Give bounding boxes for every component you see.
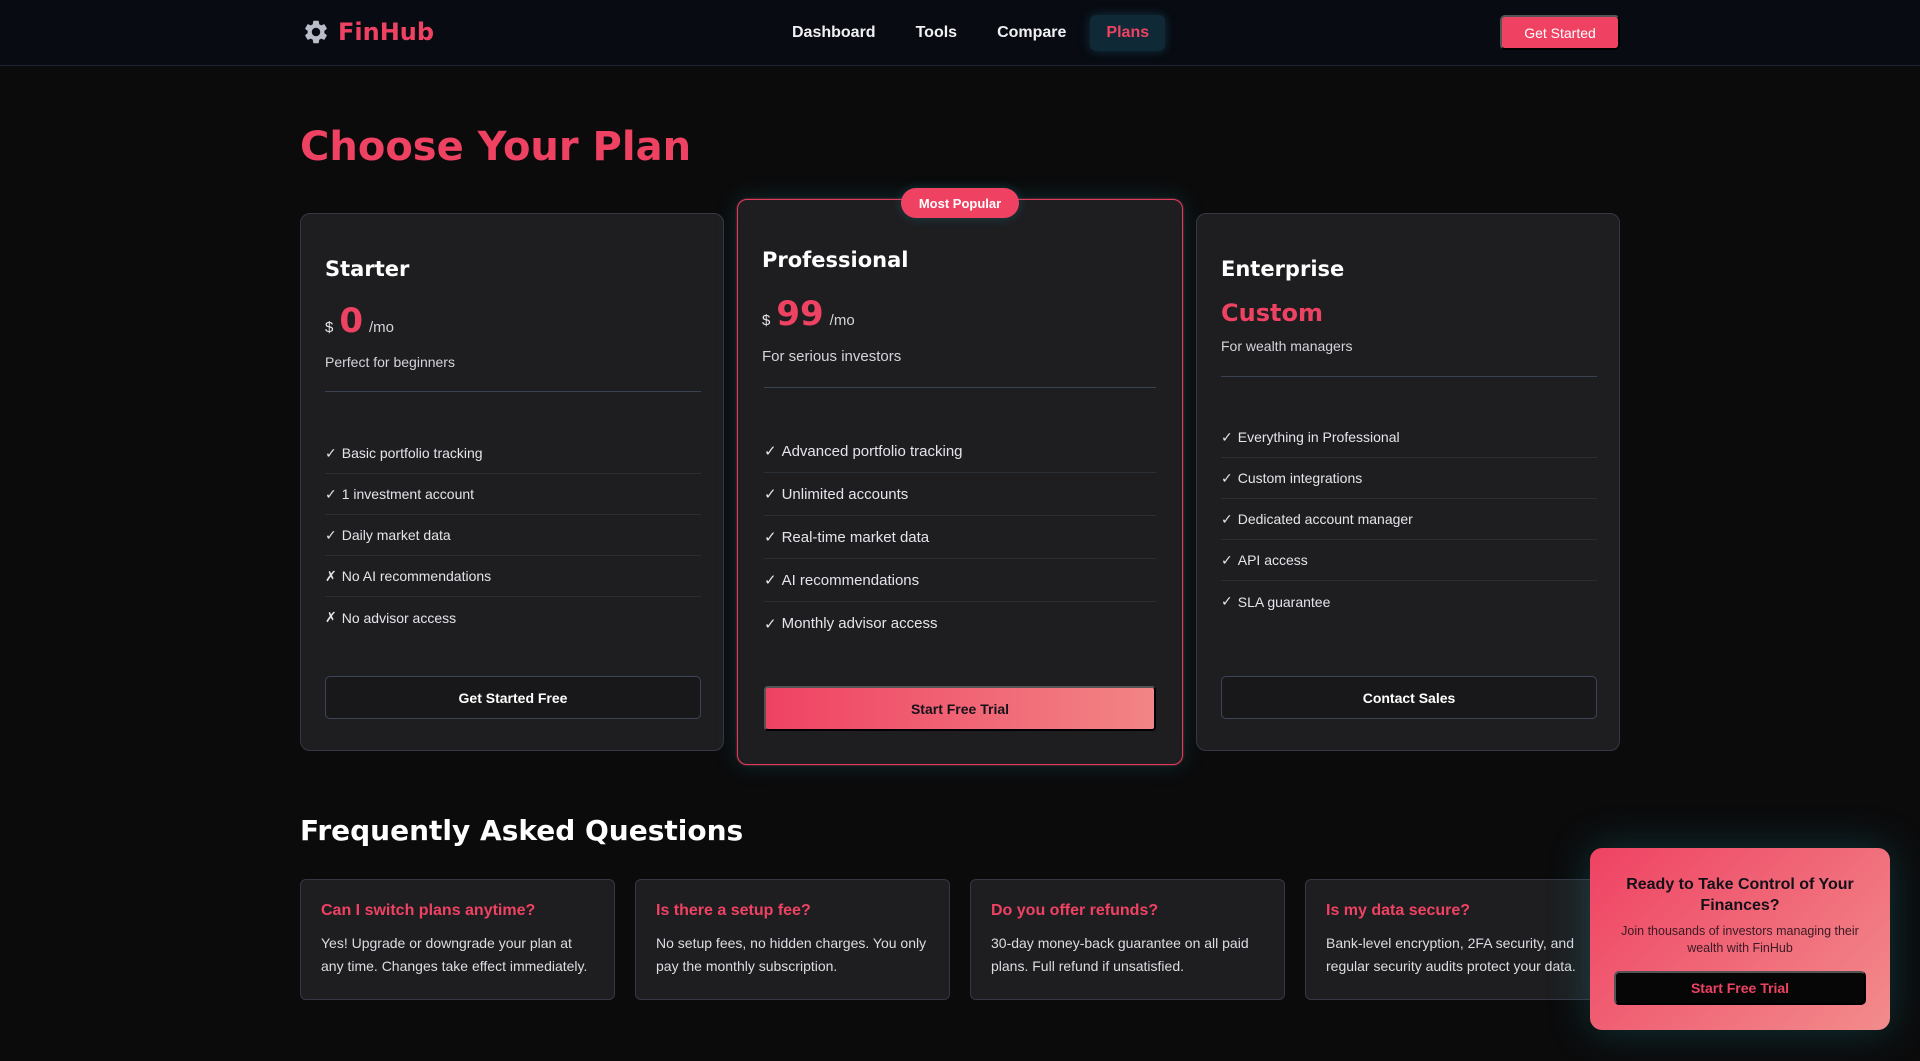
plan-description: For wealth managers bbox=[1221, 338, 1353, 354]
nav-links: Dashboard Tools Compare Plans bbox=[776, 15, 1166, 51]
cross-icon: ✗ bbox=[325, 609, 337, 625]
cta-start-free-trial-button[interactable]: Start Free Trial bbox=[1614, 971, 1866, 1005]
plan-name: Enterprise bbox=[1221, 257, 1345, 281]
faq-question: Is there a setup fee? bbox=[656, 902, 811, 919]
faq-answer: Bank-level encryption, 2FA security, and… bbox=[1326, 935, 1576, 974]
check-icon: ✓ bbox=[1221, 469, 1233, 486]
brand-name: FinHub bbox=[338, 18, 435, 46]
divider bbox=[1221, 376, 1597, 377]
get-started-free-button[interactable]: Get Started Free bbox=[325, 676, 701, 719]
faq-question: Do you offer refunds? bbox=[991, 902, 1159, 919]
feature-item: ✗ No AI recommendations bbox=[325, 556, 701, 597]
price-currency: $ bbox=[325, 319, 334, 336]
feature-list: ✓ Advanced portfolio tracking ✓ Unlimited … bbox=[764, 430, 1156, 645]
price-currency: $ bbox=[762, 312, 771, 329]
feature-item: ✓ Unlimited accounts bbox=[764, 473, 1156, 516]
faq-question: Can I switch plans anytime? bbox=[321, 902, 536, 919]
nav-link-dashboard[interactable]: Dashboard bbox=[776, 15, 892, 51]
check-icon: ✓ bbox=[325, 444, 337, 461]
feature-item: ✓ Monthly advisor access bbox=[764, 615, 938, 633]
start-free-trial-button[interactable]: Start Free Trial bbox=[764, 686, 1156, 731]
faq-item: Can I switch plans anytime? Yes! Upgrade… bbox=[300, 879, 615, 1000]
check-icon: ✓ bbox=[325, 485, 337, 502]
feature-item: ✓ API access bbox=[1221, 540, 1597, 581]
check-icon: ✓ bbox=[1221, 428, 1233, 445]
faq-item: Is my data secure? Bank-level encryption… bbox=[1305, 879, 1620, 1000]
check-icon: ✓ bbox=[764, 615, 777, 633]
top-nav: FinHub Dashboard Tools Compare Plans Get… bbox=[0, 0, 1920, 66]
plan-card-professional: Most Popular Professional $ 99 /mo For s… bbox=[737, 188, 1183, 765]
faq-answer: Yes! Upgrade or downgrade your plan at a… bbox=[321, 935, 588, 974]
check-icon: ✓ bbox=[1221, 551, 1233, 568]
check-icon: ✓ bbox=[1221, 593, 1233, 609]
price-period: /mo bbox=[829, 312, 855, 329]
feature-item: ✓ Advanced portfolio tracking bbox=[764, 430, 1156, 473]
feature-item: ✓ Everything in Professional bbox=[1221, 417, 1597, 458]
feature-list: ✓ Everything in Professional ✓ Custom inte… bbox=[1221, 417, 1597, 622]
divider bbox=[764, 387, 1156, 388]
plan-card-enterprise: Enterprise Custom For wealth managers ✓ E… bbox=[1196, 213, 1620, 751]
feature-item: ✓ Dedicated account manager bbox=[1221, 499, 1597, 540]
check-icon: ✓ bbox=[325, 526, 337, 543]
plan-description: Perfect for beginners bbox=[325, 354, 455, 370]
faq-item: Is there a setup fee? No setup fees, no … bbox=[635, 879, 950, 1000]
faq-question: Is my data secure? bbox=[1326, 902, 1471, 919]
feature-item: ✓ Real-time market data bbox=[764, 516, 1156, 559]
nav-link-plans[interactable]: Plans bbox=[1090, 15, 1166, 51]
feature-item: ✓ 1 investment account bbox=[325, 474, 701, 515]
cta-subtitle: Join thousands of investors managing the… bbox=[1621, 924, 1859, 955]
price-amount: 0 bbox=[339, 301, 364, 341]
faq-answer: 30-day money-back guarantee on all paid … bbox=[991, 935, 1249, 974]
gear-icon bbox=[305, 20, 327, 44]
nav-link-compare[interactable]: Compare bbox=[981, 15, 1082, 51]
get-started-button[interactable]: Get Started bbox=[1500, 15, 1620, 50]
check-icon: ✓ bbox=[764, 529, 777, 546]
most-popular-badge: Most Popular bbox=[901, 188, 1019, 218]
cta-popup: Ready to Take Control of Your Finances? … bbox=[1590, 848, 1890, 1030]
faq-item: Do you offer refunds? 30-day money-back … bbox=[970, 879, 1285, 1000]
contact-sales-button[interactable]: Contact Sales bbox=[1221, 676, 1597, 719]
plan-price: $ 99 /mo bbox=[762, 294, 855, 334]
feature-item: ✓ SLA guarantee bbox=[1221, 593, 1331, 610]
nav-link-tools[interactable]: Tools bbox=[900, 15, 973, 51]
plan-name: Professional bbox=[762, 248, 909, 272]
plan-card-starter: Starter $ 0 /mo Perfect for beginners ✓ B… bbox=[300, 213, 724, 751]
faq-answer: No setup fees, no hidden charges. You on… bbox=[656, 935, 927, 974]
check-icon: ✓ bbox=[1221, 510, 1233, 527]
divider bbox=[325, 391, 701, 392]
faq-title: Frequently Asked Questions bbox=[300, 814, 744, 847]
brand-logo[interactable]: FinHub bbox=[302, 18, 434, 46]
feature-item: ✓ Basic portfolio tracking bbox=[325, 433, 701, 474]
feature-item: ✓ Custom integrations bbox=[1221, 458, 1597, 499]
check-icon: ✓ bbox=[764, 443, 777, 460]
check-icon: ✓ bbox=[764, 572, 777, 589]
plan-name: Starter bbox=[325, 257, 410, 281]
price-period: /mo bbox=[369, 319, 395, 336]
cta-title: Ready to Take Control of Your Finances? bbox=[1626, 876, 1854, 914]
check-icon: ✓ bbox=[764, 486, 777, 503]
price-amount: 99 bbox=[776, 294, 824, 334]
feature-item: ✓ Daily market data bbox=[325, 515, 701, 556]
feature-item: ✗ No advisor access bbox=[325, 609, 457, 626]
plan-description: For serious investors bbox=[762, 348, 902, 365]
page-title: Choose Your Plan bbox=[300, 124, 692, 170]
feature-item: ✓ AI recommendations bbox=[764, 559, 1156, 602]
plan-price: $ 0 /mo bbox=[325, 301, 394, 341]
cross-icon: ✗ bbox=[325, 567, 337, 584]
feature-list: ✓ Basic portfolio tracking ✓ 1 investment … bbox=[325, 433, 701, 638]
plan-price: Custom bbox=[1221, 299, 1323, 327]
